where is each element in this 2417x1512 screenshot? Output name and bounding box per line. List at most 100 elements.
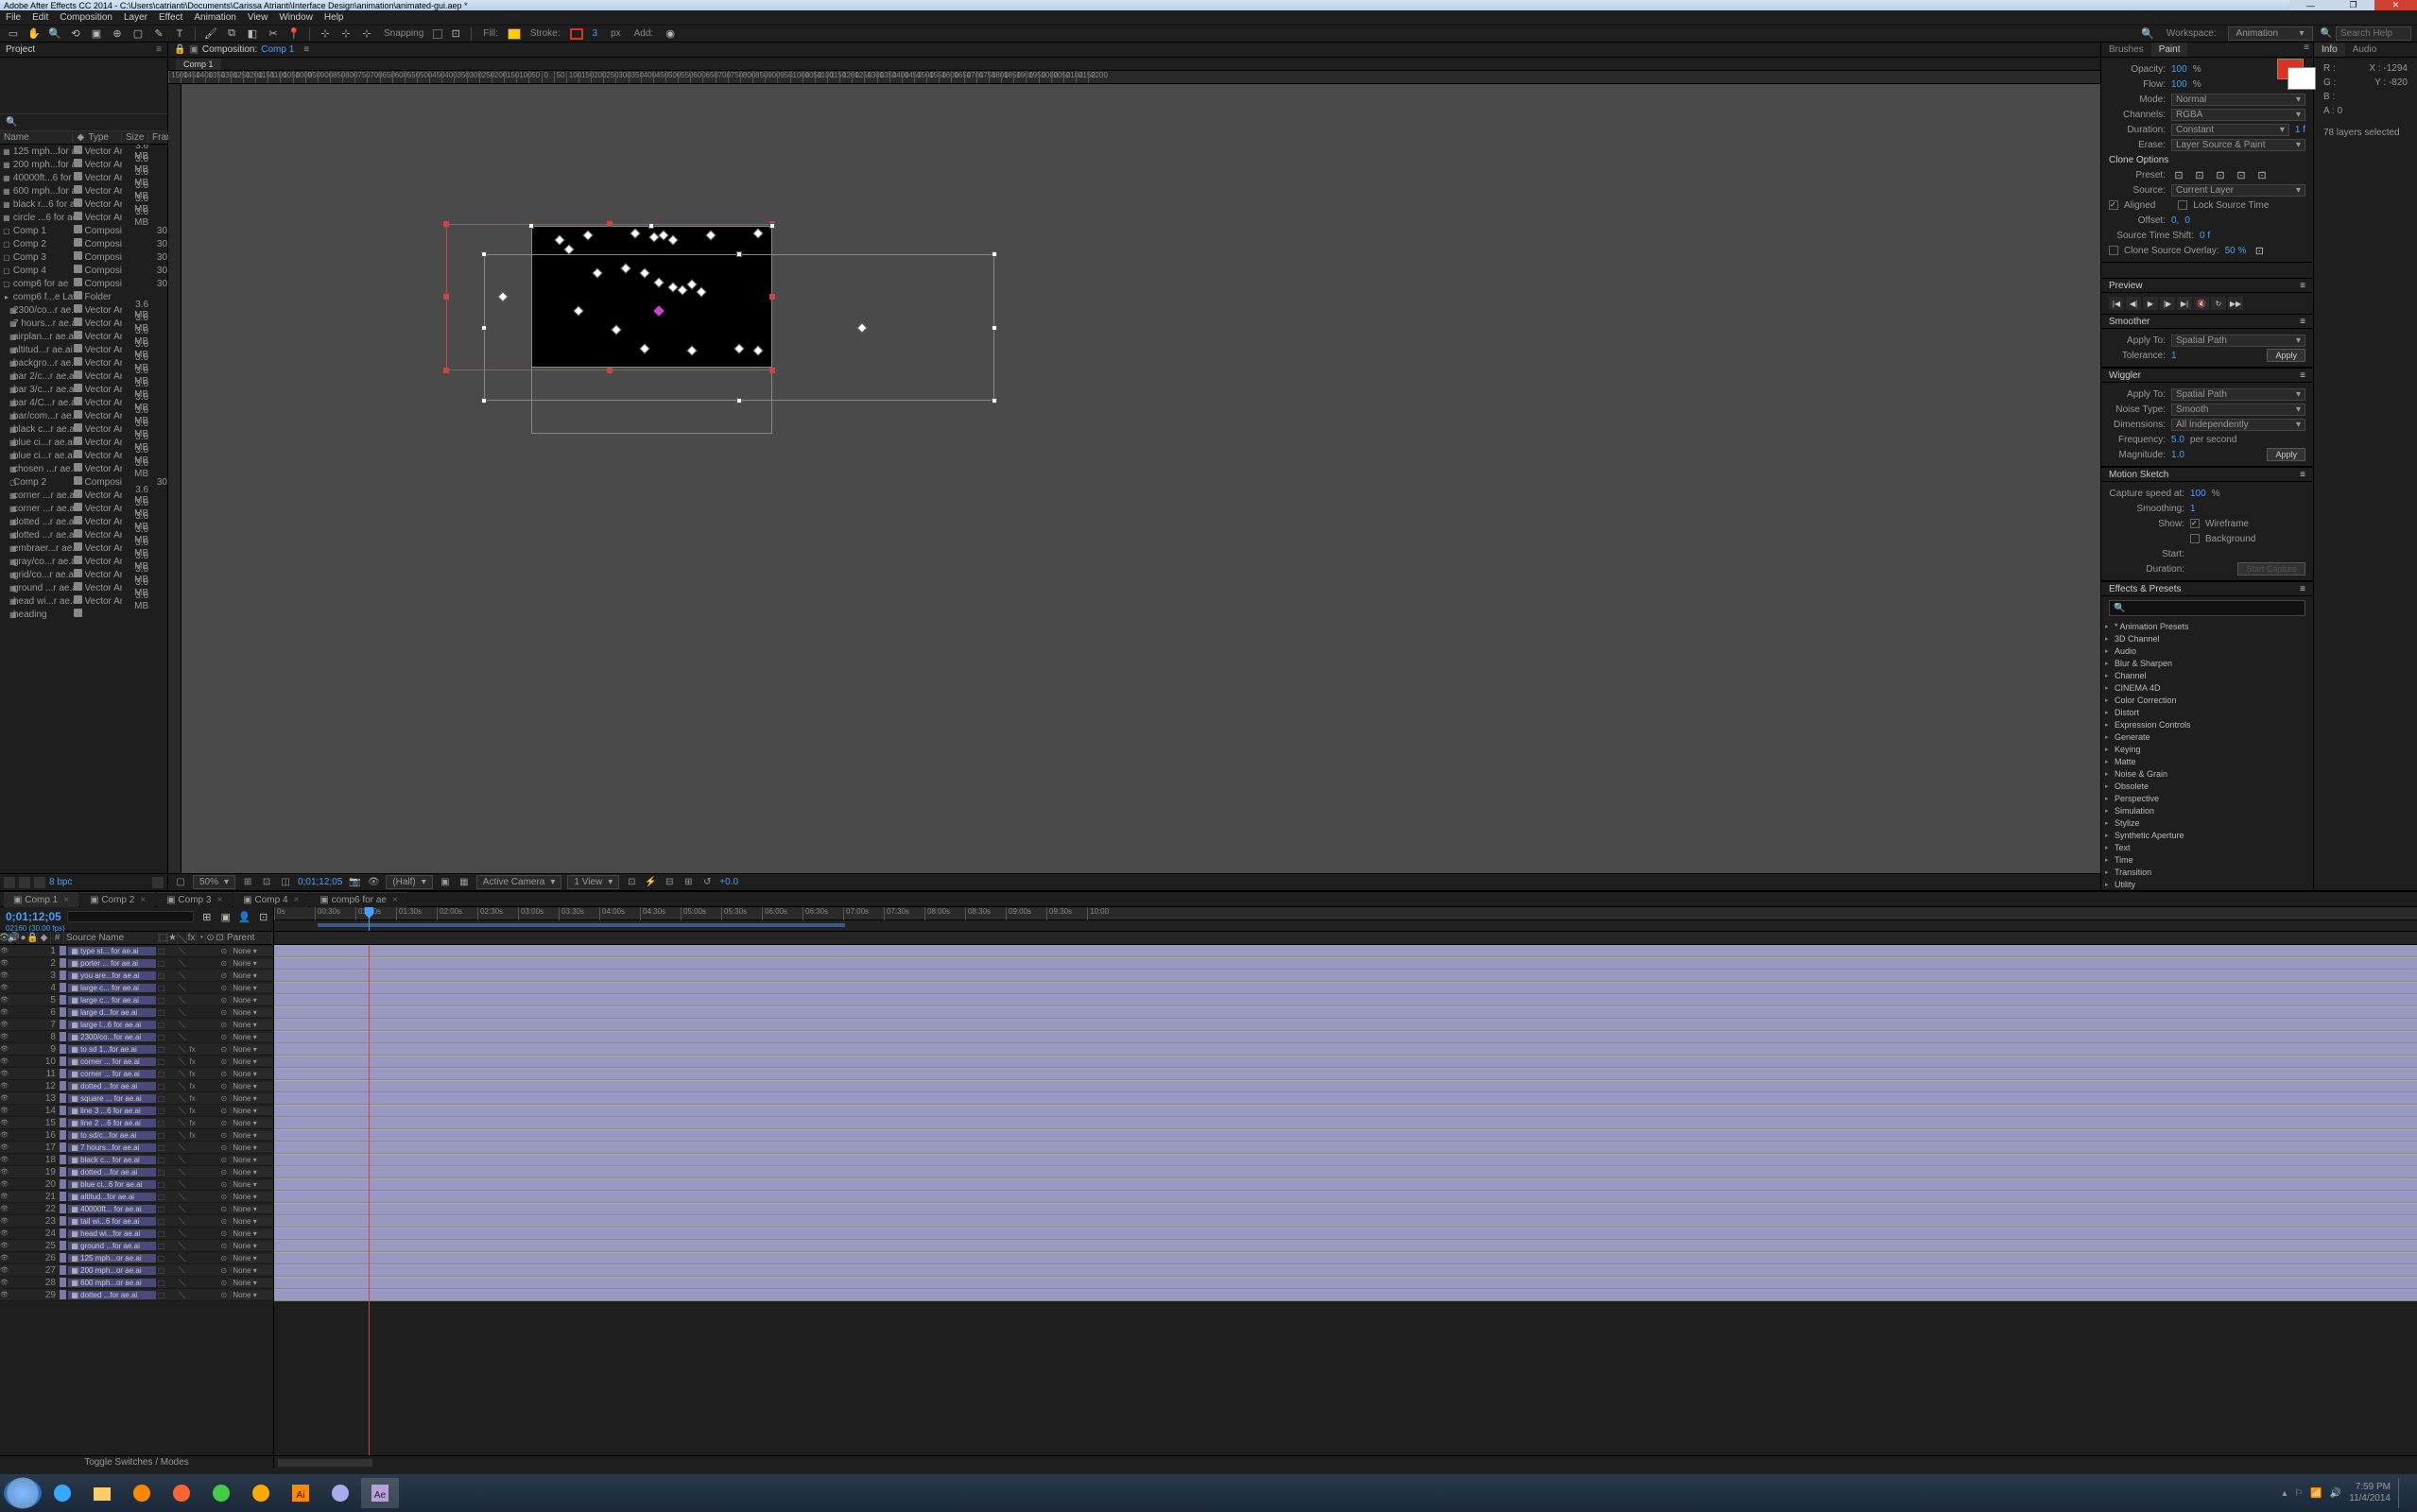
layer-track[interactable] [274,1264,2417,1277]
menu-layer[interactable]: Layer [124,12,147,23]
minimize-button[interactable]: — [2289,0,2332,10]
aligned-checkbox[interactable] [2109,200,2118,210]
menu-view[interactable]: View [248,12,268,23]
eraser-tool[interactable]: ◧ [245,26,260,42]
timeline-tracks[interactable] [274,945,2417,1455]
toggle-switches-button[interactable]: Toggle Switches / Modes [84,1457,189,1468]
layer-row[interactable]: 👁24▦ head wi...for ae.ai⬚＼⊙None ▾ [0,1228,273,1240]
first-frame-button[interactable]: |◀ [2109,297,2124,310]
app-icon[interactable] [242,1478,280,1508]
effect-category[interactable]: Blur & Sharpen [2105,657,2309,669]
preset-4-icon[interactable]: ⊡ [2234,167,2249,182]
layer-list[interactable]: 👁1▦ type st... for ae.ai⬚＼⊙None ▾👁2▦ por… [0,945,274,1455]
layer-row[interactable]: 👁18▦ black c... for ae.ai⬚＼⊙None ▾ [0,1154,273,1166]
current-time-indicator[interactable] [369,907,370,931]
info-tab[interactable]: Info [2314,43,2345,57]
flowchart-icon[interactable]: ⊞ [682,876,695,889]
new-folder-icon[interactable] [19,877,30,888]
zoom-tool[interactable]: 🔍 [47,26,62,42]
tray-volume-icon[interactable]: 🔊 [2330,1488,2341,1499]
layer-track[interactable] [274,1019,2417,1031]
effect-category[interactable]: Color Correction [2105,694,2309,706]
project-item[interactable]: ▢Comp 4Composition30 [0,264,167,277]
mask-icon[interactable]: ◫ [279,876,292,889]
effect-category[interactable]: Simulation [2105,804,2309,816]
preset-5-icon[interactable]: ⊡ [2254,167,2270,182]
ie-icon[interactable] [43,1478,81,1508]
layer-track[interactable] [274,1215,2417,1228]
layer-track[interactable] [274,1277,2417,1289]
snap-opt-icon[interactable]: ⊡ [448,26,463,42]
snapping-checkbox[interactable] [433,29,442,39]
layer-track[interactable] [274,1031,2417,1043]
roi-icon[interactable]: ▣ [439,876,452,889]
exposure-value[interactable]: +0.0 [719,877,738,887]
paint-tab[interactable]: Paint [2151,43,2188,57]
effect-category[interactable]: Expression Controls [2105,718,2309,730]
axis-world-icon[interactable]: ⊹ [338,26,354,42]
layer-row[interactable]: 👁13▦ square ... for ae.ai⬚＼fx⊙None ▾ [0,1092,273,1105]
project-list[interactable]: ▦125 mph...for ae.aiVector Art3.6 MB▦200… [0,145,167,873]
timeline-ruler[interactable]: 0s00:30s01:00s01:30s02:00s02:30s03:00s03… [274,907,2417,920]
search-help-input[interactable] [2336,26,2411,41]
tray-network-icon[interactable]: 📶 [2310,1488,2322,1499]
system-clock[interactable]: 7:59 PM11/4/2014 [2349,1482,2391,1504]
magnification-dropdown[interactable]: 50%▾ [193,875,235,889]
transparency-icon[interactable]: ▦ [458,876,471,889]
channels-dropdown[interactable]: RGBA▾ [2171,109,2305,121]
layer-row[interactable]: 👁12▦ dotted ...for ae.ai⬚＼fx⊙None ▾ [0,1080,273,1092]
timeline-tab[interactable]: ▣ Comp 1× [4,892,78,907]
illustrator-icon[interactable]: Ai [282,1478,319,1508]
panel-menu-icon[interactable]: ≡ [2300,43,2313,57]
axis-local-icon[interactable]: ⊹ [318,26,333,42]
layer-track[interactable] [274,1289,2417,1301]
layer-row[interactable]: 👁6▦ large d...for ae.ai⬚＼⊙None ▾ [0,1006,273,1019]
explorer-icon[interactable] [83,1478,121,1508]
effect-category[interactable]: Keying [2105,743,2309,755]
pixel-ar-icon[interactable]: ⊡ [625,876,638,889]
prev-frame-button[interactable]: ◀| [2126,297,2141,310]
maximize-button[interactable]: ❐ [2332,0,2374,10]
layer-row[interactable]: 👁15▦ line 2 ...6 for ae.ai⬚＼fx⊙None ▾ [0,1117,273,1129]
stroke-width[interactable]: 3 [593,28,598,39]
selection-tool[interactable]: ▭ [6,26,21,42]
panel-menu-icon[interactable]: ≡ [156,44,162,55]
effect-category[interactable]: Distort [2105,706,2309,718]
smoother-header[interactable]: Smoother [2109,317,2149,327]
menu-effect[interactable]: Effect [159,12,182,23]
puppet-tool[interactable]: 📍 [286,26,302,42]
effect-category[interactable]: Channel [2105,669,2309,681]
ruler-horizontal[interactable]: 1500145014001350130012501200115011001050… [168,71,2100,84]
effect-category[interactable]: Text [2105,841,2309,853]
layer-track[interactable] [274,1105,2417,1117]
col-size[interactable]: Size [122,132,148,143]
shape-tool[interactable]: ▢ [130,26,146,42]
layer-track[interactable] [274,994,2417,1006]
project-item[interactable]: ▢Comp 3Composition30 [0,250,167,264]
type-tool[interactable]: T [172,26,187,42]
source-dropdown[interactable]: Current Layer▾ [2171,184,2305,197]
layer-row[interactable]: 👁4▦ large c... for ae.ai⬚＼⊙None ▾ [0,982,273,994]
layer-track[interactable] [274,1203,2417,1215]
snapshot-icon[interactable]: 📷 [348,876,361,889]
mode-dropdown[interactable]: Normal▾ [2171,94,2305,106]
hide-shy-icon[interactable]: 👤 [237,909,252,924]
layer-track[interactable] [274,982,2417,994]
timeline-tab[interactable]: ▣ Comp 3× [157,892,232,907]
layer-track[interactable] [274,1117,2417,1129]
timeline-tab[interactable]: ▣ comp6 for ae× [310,892,406,907]
effect-category[interactable]: Stylize [2105,816,2309,829]
layer-track[interactable] [274,1142,2417,1154]
pan-behind-tool[interactable]: ⊕ [110,26,125,42]
wiggler-apply-button[interactable]: Apply [2267,448,2305,461]
overlay-checkbox[interactable] [2109,246,2118,255]
panel-menu-icon[interactable]: ≡ [303,44,309,55]
layer-row[interactable]: 👁8▦ 2300/co...for ae.ai⬚＼⊙None ▾ [0,1031,273,1043]
timeline-tab[interactable]: ▣ Comp 4× [233,892,308,907]
layer-track[interactable] [274,1166,2417,1178]
resolution-dropdown[interactable]: (Half)▾ [386,875,432,889]
layer-row[interactable]: 👁20▦ blue ci...6 for ae.ai⬚＼⊙None ▾ [0,1178,273,1191]
layer-row[interactable]: 👁16▦ to sd/c...for ae.ai⬚＼fx⊙None ▾ [0,1129,273,1142]
layer-row[interactable]: 👁17▦ 7 hours...for ae.ai⬚＼⊙None ▾ [0,1142,273,1154]
frame-blend-icon[interactable]: ⊡ [256,909,271,924]
